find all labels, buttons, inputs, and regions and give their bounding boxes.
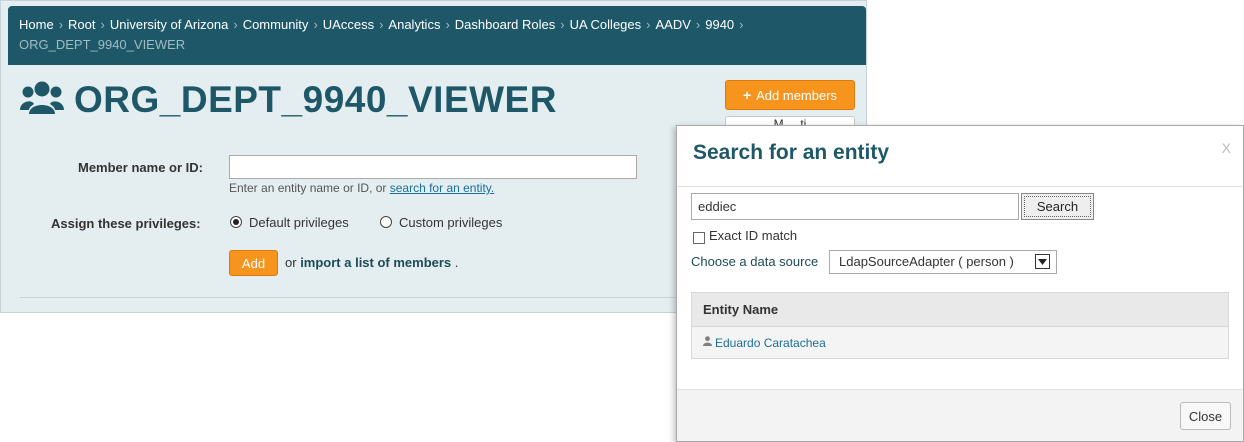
member-help-prefix: Enter an entity name or ID, or xyxy=(229,181,390,195)
breadcrumb-item-root[interactable]: Root xyxy=(68,17,95,32)
breadcrumb-separator: › xyxy=(739,17,744,32)
exact-id-match-checkbox[interactable] xyxy=(693,232,705,244)
import-members-link[interactable]: import a list of members xyxy=(300,255,451,270)
breadcrumb-separator: › xyxy=(100,17,105,32)
breadcrumb-item-9940[interactable]: 9940 xyxy=(705,17,734,32)
add-button-label: Add xyxy=(241,255,266,271)
member-name-input[interactable] xyxy=(229,155,637,179)
breadcrumb-item-dashboard-roles[interactable]: Dashboard Roles xyxy=(455,17,555,32)
default-privileges-label: Default privileges xyxy=(249,215,349,230)
member-name-label: Member name or ID: xyxy=(78,160,203,175)
import-text: or import a list of members . xyxy=(285,255,458,270)
breadcrumb: Home › Root › University of Arizona › Communit… xyxy=(8,6,866,65)
close-button[interactable]: Close xyxy=(1180,402,1231,430)
data-source-select[interactable]: LdapSourceAdapter ( person ) xyxy=(829,250,1057,274)
member-help-text: Enter an entity name or ID, or search fo… xyxy=(229,181,494,195)
breadcrumb-item-ua-colleges[interactable]: UA Colleges xyxy=(570,17,642,32)
or-text: or xyxy=(285,255,297,270)
custom-privileges-radio[interactable] xyxy=(380,216,392,228)
data-source-value: LdapSourceAdapter ( person ) xyxy=(839,254,1014,269)
breadcrumb-separator: › xyxy=(695,17,701,32)
search-button-label: Search xyxy=(1036,199,1079,214)
entity-search-input[interactable] xyxy=(691,193,1019,220)
breadcrumb-separator: › xyxy=(445,17,450,32)
breadcrumb-separator: › xyxy=(379,17,384,32)
table-row[interactable]: Eduardo Caratachea xyxy=(692,327,1228,358)
breadcrumb-item-analytics[interactable]: Analytics xyxy=(388,17,440,32)
breadcrumb-separator: › xyxy=(58,17,64,32)
breadcrumb-separator: › xyxy=(646,17,651,32)
breadcrumb-item-university[interactable]: University of Arizona xyxy=(110,17,229,32)
breadcrumb-item-home[interactable]: Home xyxy=(19,17,54,32)
person-icon xyxy=(703,336,712,349)
page-header: ORG_DEPT_9940_VIEWER xyxy=(20,76,557,124)
exact-id-match-label: Exact ID match xyxy=(709,228,798,243)
breadcrumb-separator: › xyxy=(560,17,565,32)
breadcrumb-item-community[interactable]: Community xyxy=(243,17,309,32)
data-source-label: Choose a data source xyxy=(691,254,819,269)
breadcrumb-separator: › xyxy=(233,17,238,32)
add-members-button[interactable]: + Add members xyxy=(725,80,855,110)
users-icon xyxy=(20,80,64,121)
breadcrumb-item-uaccess[interactable]: UAccess xyxy=(323,17,374,32)
entity-result-link[interactable]: Eduardo Caratachea xyxy=(715,336,826,350)
plus-icon: + xyxy=(742,87,752,103)
search-button[interactable]: Search xyxy=(1021,193,1094,220)
custom-privileges-label: Custom privileges xyxy=(399,215,503,230)
default-privileges-radio[interactable] xyxy=(230,216,242,228)
privileges-label: Assign these privileges: xyxy=(51,216,201,231)
results-table: Entity Name Eduardo Caratachea xyxy=(691,292,1229,359)
dialog-title: Search for an entity xyxy=(693,141,890,164)
add-button[interactable]: Add xyxy=(229,250,278,276)
entity-name-column-header: Entity Name xyxy=(692,293,1228,327)
search-entity-link[interactable]: search for an entity. xyxy=(390,181,495,195)
breadcrumb-current: ORG_DEPT_9940_VIEWER xyxy=(19,37,186,52)
chevron-down-icon xyxy=(1035,254,1050,269)
add-members-label: Add members xyxy=(756,87,838,103)
close-button-label: Close xyxy=(1188,408,1223,424)
dialog-header-divider xyxy=(677,186,1243,187)
breadcrumb-separator: › xyxy=(313,17,318,32)
search-entity-dialog: Search for an entity X Search Exact ID m… xyxy=(676,125,1244,442)
dialog-footer: Close xyxy=(677,389,1243,441)
import-suffix: . xyxy=(454,255,459,270)
close-icon[interactable]: X xyxy=(1222,140,1231,156)
page-title: ORG_DEPT_9940_VIEWER xyxy=(74,79,557,120)
breadcrumb-item-aadv[interactable]: AADV xyxy=(655,17,690,32)
